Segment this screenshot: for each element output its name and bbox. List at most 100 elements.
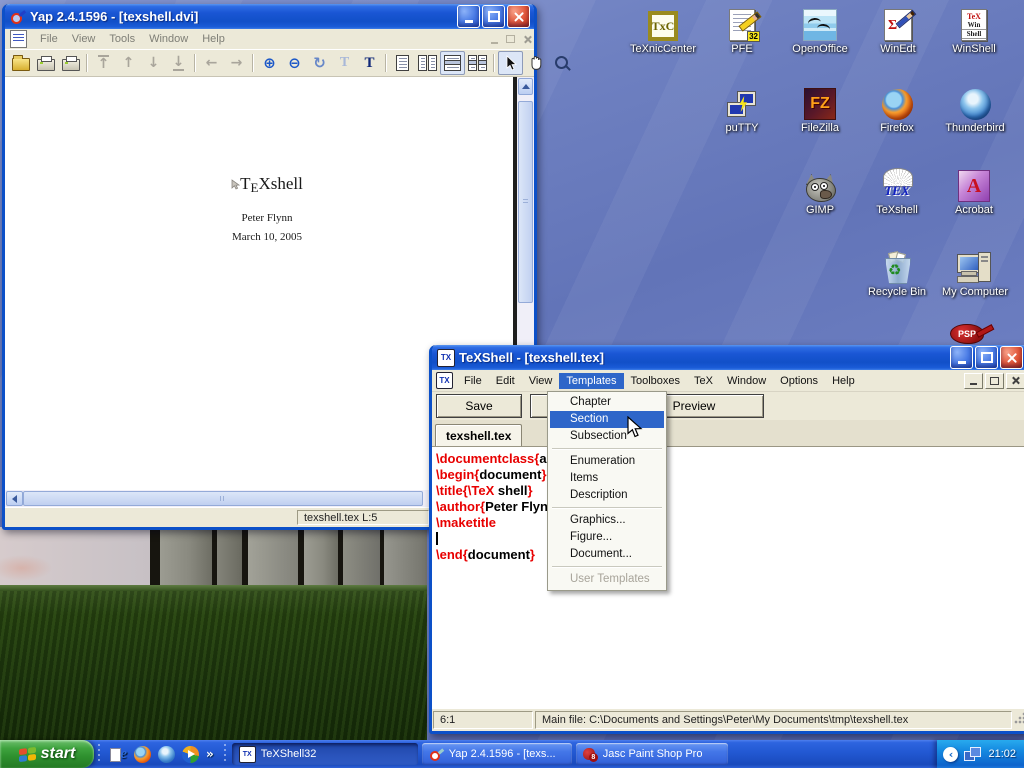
code-line: \maketitle bbox=[436, 515, 1024, 531]
menu-item-enumeration[interactable]: Enumeration bbox=[550, 453, 664, 470]
next-page-button[interactable]: ↓ bbox=[141, 51, 166, 75]
print-setup-button[interactable] bbox=[58, 51, 83, 75]
hand-tool-button[interactable] bbox=[523, 51, 548, 75]
menu-tex[interactable]: TeX bbox=[687, 373, 720, 389]
mdi-minimize-icon[interactable] bbox=[491, 42, 498, 44]
close-button[interactable] bbox=[507, 5, 530, 28]
desktop-icon-recycle-bin[interactable]: ♻ Recycle Bin bbox=[858, 248, 936, 299]
menu-file[interactable]: File bbox=[33, 31, 65, 47]
desktop-icon-paint-shop-pro-partial[interactable]: PSP bbox=[950, 324, 994, 345]
refresh-button[interactable]: ↻ bbox=[307, 51, 332, 75]
desktop-icon-filezilla[interactable]: FZ FileZilla bbox=[781, 84, 859, 135]
maximize-button[interactable] bbox=[975, 346, 998, 369]
desktop-icon-firefox[interactable]: Firefox bbox=[858, 84, 936, 135]
yap-titlebar[interactable]: Yap 2.4.1596 - [texshell.dvi] bbox=[5, 4, 534, 29]
desktop-icon-acrobat[interactable]: A Acrobat bbox=[935, 166, 1013, 217]
menu-item-document[interactable]: Document... bbox=[550, 546, 664, 563]
taskbar-button-yap[interactable]: Yap 2.4.1596 - [texs... bbox=[422, 743, 572, 765]
zoom-out-button[interactable]: ⊖ bbox=[282, 51, 307, 75]
scroll-up-button[interactable] bbox=[518, 78, 533, 95]
menu-item-items[interactable]: Items bbox=[550, 470, 664, 487]
mdi-close-button[interactable] bbox=[1006, 373, 1024, 389]
menu-file[interactable]: File bbox=[457, 373, 489, 389]
print-button[interactable] bbox=[33, 51, 58, 75]
facing-page-view-button[interactable] bbox=[415, 51, 440, 75]
zoom-in-button[interactable]: ⊕ bbox=[257, 51, 282, 75]
single-page-view-button[interactable] bbox=[390, 51, 415, 75]
open-file-button[interactable] bbox=[8, 51, 33, 75]
menu-view[interactable]: View bbox=[522, 373, 560, 389]
menu-item-figure[interactable]: Figure... bbox=[550, 529, 664, 546]
desktop-icon-winedt[interactable]: Σ WinEdt bbox=[859, 5, 937, 56]
mdi-minimize-button[interactable] bbox=[964, 373, 983, 389]
scroll-left-button[interactable] bbox=[6, 491, 23, 506]
source-marker-icon bbox=[231, 179, 240, 190]
back-button[interactable]: ← bbox=[199, 51, 224, 75]
desktop-icon-putty[interactable]: puTTY bbox=[703, 84, 781, 135]
tab-texshell-tex[interactable]: texshell.tex bbox=[435, 424, 522, 446]
menu-item-description[interactable]: Description bbox=[550, 487, 664, 504]
menu-templates[interactable]: Templates bbox=[559, 373, 623, 389]
desktop-icon-openoffice[interactable]: OpenOffice bbox=[781, 5, 859, 56]
taskbar-button-paint-shop-pro[interactable]: 8 Jasc Paint Shop Pro bbox=[576, 743, 728, 765]
minimize-button[interactable] bbox=[950, 346, 973, 369]
menu-view[interactable]: View bbox=[65, 31, 103, 47]
desktop-icon-my-computer[interactable]: My Computer bbox=[936, 248, 1014, 299]
menu-help[interactable]: Help bbox=[195, 31, 232, 47]
mdi-close-icon[interactable] bbox=[523, 35, 532, 44]
desktop-icon-texshell[interactable]: TEX TeXshell bbox=[858, 166, 936, 217]
tray-collapse-chevron-icon[interactable]: ‹ bbox=[943, 747, 958, 762]
taskbar: start e » TX TeXShell32 Yap 2.4.1596 - [… bbox=[0, 740, 1024, 768]
code-editor[interactable]: \documentclass{article} \begin{document}… bbox=[432, 447, 1024, 708]
firefox-quicklaunch-icon[interactable] bbox=[134, 746, 151, 763]
media-player-quicklaunch-icon[interactable] bbox=[182, 746, 199, 763]
menu-options[interactable]: Options bbox=[773, 373, 825, 389]
desktop-icon-thunderbird[interactable]: Thunderbird bbox=[936, 84, 1014, 135]
desktop-icon-winshell[interactable]: TeX Win Shell WinShell bbox=[935, 5, 1013, 56]
menu-edit[interactable]: Edit bbox=[489, 373, 522, 389]
previous-page-button[interactable]: ↑ bbox=[116, 51, 141, 75]
horizontal-scroll-thumb[interactable] bbox=[23, 491, 423, 506]
clock[interactable]: 21:02 bbox=[988, 748, 1016, 760]
quick-launch-overflow-chevron-icon[interactable]: » bbox=[206, 747, 214, 761]
zoom-tool-button[interactable] bbox=[548, 51, 573, 75]
vertical-scroll-thumb[interactable] bbox=[518, 101, 533, 303]
thunderbird-quicklaunch-icon[interactable] bbox=[158, 746, 175, 763]
taskbar-button-texshell[interactable]: TX TeXShell32 bbox=[232, 743, 418, 765]
last-page-button[interactable]: ↓ bbox=[166, 51, 191, 75]
continuous-view-button[interactable] bbox=[440, 51, 465, 75]
mdi-restore-button[interactable] bbox=[985, 373, 1004, 389]
firefox-icon bbox=[882, 89, 913, 120]
menu-item-chapter[interactable]: Chapter bbox=[550, 394, 664, 411]
text-mode-button[interactable]: T bbox=[357, 51, 382, 75]
continuous-facing-view-button[interactable] bbox=[465, 51, 490, 75]
desktop-icon-texniccenter[interactable]: TxC TeXnicCenter bbox=[624, 5, 702, 56]
winshell-icon: TeX Win Shell bbox=[961, 9, 987, 41]
save-button[interactable]: Save bbox=[436, 394, 522, 418]
toolbar-separator bbox=[86, 54, 88, 72]
menu-item-graphics[interactable]: Graphics... bbox=[550, 512, 664, 529]
mdi-restore-icon[interactable] bbox=[506, 35, 515, 43]
internet-explorer-icon[interactable]: e bbox=[110, 746, 127, 763]
network-status-icon[interactable] bbox=[964, 747, 982, 762]
first-page-button[interactable]: ↑ bbox=[91, 51, 116, 75]
close-button[interactable] bbox=[1000, 346, 1023, 369]
start-button[interactable]: start bbox=[0, 740, 94, 768]
maximize-button[interactable] bbox=[482, 5, 505, 28]
pfe-icon: 32 bbox=[729, 9, 755, 41]
select-tool-button[interactable] bbox=[498, 51, 523, 75]
menu-window[interactable]: Window bbox=[142, 31, 195, 47]
text-outline-mode-button[interactable]: T bbox=[332, 51, 357, 75]
menu-help[interactable]: Help bbox=[825, 373, 862, 389]
resize-grip[interactable] bbox=[1013, 709, 1024, 731]
menu-item-subsection[interactable]: Subsection bbox=[550, 428, 664, 445]
menu-toolboxes[interactable]: Toolboxes bbox=[624, 373, 688, 389]
desktop-icon-gimp[interactable]: GIMP bbox=[781, 166, 859, 217]
forward-button[interactable]: → bbox=[224, 51, 249, 75]
texshell-titlebar[interactable]: TX TeXShell - [texshell.tex] bbox=[432, 345, 1024, 370]
desktop-icon-pfe[interactable]: 32 PFE bbox=[703, 5, 781, 56]
menu-tools[interactable]: Tools bbox=[102, 31, 142, 47]
menu-window[interactable]: Window bbox=[720, 373, 773, 389]
minimize-button[interactable] bbox=[457, 5, 480, 28]
menu-item-section[interactable]: Section bbox=[550, 411, 664, 428]
